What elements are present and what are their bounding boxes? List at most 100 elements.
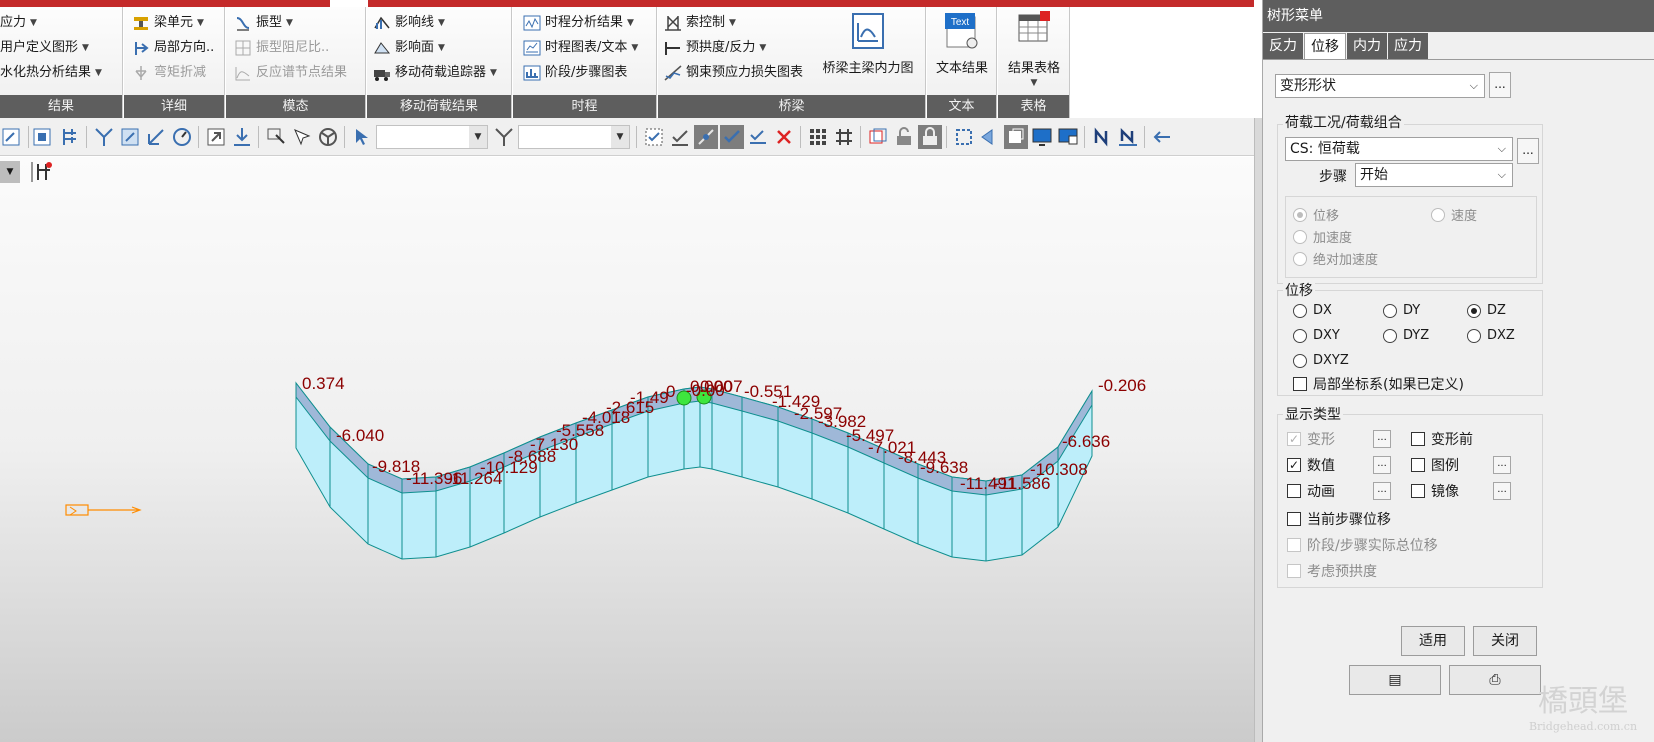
rotate-view-icon[interactable] — [204, 125, 228, 149]
stress-menu[interactable]: 应力 ▼ — [0, 11, 37, 35]
camber-reaction-button[interactable]: 预拱度/反力 ▼ — [664, 36, 766, 60]
response-spectrum-node-results-button[interactable]: 反应谱节点结果 — [234, 61, 347, 85]
mode-shape-button[interactable]: 振型 ▼ — [234, 11, 293, 35]
mode-options-button[interactable]: ... — [1489, 72, 1511, 98]
tab-stress[interactable]: 应力 — [1388, 33, 1428, 59]
polygon-select-icon[interactable] — [144, 125, 168, 149]
axis-toggle-icon[interactable] — [694, 125, 718, 149]
step-select[interactable]: 开始 ⌵ — [1355, 163, 1513, 187]
tab-internal-force[interactable]: 内力 — [1347, 33, 1387, 59]
current-step-displacement-checkbox[interactable]: 当前步骤位移 — [1287, 509, 1391, 529]
tree-select-icon[interactable] — [58, 125, 82, 149]
moving-load-tracer-button[interactable]: 移动荷载追踪器 ▼ — [373, 61, 497, 85]
hydration-heat-results-menu[interactable]: 水化热分析结果 ▼ — [0, 61, 102, 85]
line-grid-icon[interactable] — [832, 125, 856, 149]
fan-select-icon[interactable] — [316, 125, 340, 149]
zoom-icon[interactable] — [0, 125, 24, 149]
perspective-icon[interactable] — [978, 125, 1002, 149]
splitter[interactable] — [1254, 118, 1262, 742]
hidden-line-icon[interactable] — [1004, 125, 1028, 149]
stress-menu-label: 应力 — [0, 15, 27, 30]
check-element-icon[interactable] — [720, 125, 744, 149]
camber-checkbox[interactable]: 考虑预拱度 — [1287, 561, 1377, 581]
dot-grid-icon[interactable] — [806, 125, 830, 149]
result-mode-select[interactable]: 变形形状 ⌵ — [1275, 74, 1485, 98]
node-select-icon[interactable] — [30, 125, 54, 149]
legend-options-button[interactable]: ... — [1493, 456, 1511, 474]
user-defined-graph-menu[interactable]: 用户定义图形 ▼ — [0, 36, 89, 60]
moment-reduction-button[interactable]: 弯矩折减 — [132, 61, 206, 85]
tab-reaction[interactable]: 反力 — [1263, 33, 1303, 59]
stage-total-displacement-checkbox[interactable]: 阶段/步骤实际总位移 — [1287, 535, 1438, 555]
influence-surface-button[interactable]: 影响面 ▼ — [373, 36, 445, 60]
tendon-loss-chart-button[interactable]: 钢束预应力损失图表 — [664, 61, 803, 85]
legend-checkbox[interactable]: 图例 — [1411, 455, 1459, 475]
time-history-results-button[interactable]: 时程分析结果 ▼ — [523, 11, 634, 35]
loadcase-options-button[interactable]: ... — [1517, 138, 1539, 164]
cable-control-button[interactable]: 索控制 ▼ — [664, 11, 736, 35]
checkbox-box-icon — [1287, 512, 1301, 526]
node-number-icon[interactable] — [1090, 125, 1114, 149]
girder-force-diagram-button[interactable]: 桥梁主梁内力图 — [816, 11, 920, 76]
deform-options-button[interactable]: ... — [1373, 430, 1391, 448]
selection-filter-select[interactable]: ▼ — [376, 125, 488, 149]
radio-velocity-label: 速度 — [1451, 209, 1478, 224]
arrow-left-icon[interactable] — [1150, 125, 1174, 149]
unlock-icon[interactable] — [892, 125, 916, 149]
before-deform-checkbox[interactable]: 变形前 — [1411, 429, 1473, 449]
radio-dxy[interactable]: DXY — [1293, 328, 1340, 343]
values-checkbox[interactable]: ✓ 数值 — [1287, 455, 1335, 475]
element-number-icon[interactable] — [1116, 125, 1140, 149]
notes-button[interactable]: ▤ — [1349, 665, 1441, 695]
mirror-options-button[interactable]: ... — [1493, 482, 1511, 500]
check-node-icon[interactable] — [668, 125, 692, 149]
apply-button[interactable]: 适用 — [1401, 626, 1465, 656]
stage-step-chart-button[interactable]: 阶段/步骤图表 — [523, 61, 627, 85]
beam-element-button[interactable]: 梁单元 ▼ — [132, 11, 204, 35]
monitor-icon[interactable] — [1030, 125, 1054, 149]
pointer-filter-icon[interactable] — [290, 125, 314, 149]
circle-select-icon[interactable] — [170, 125, 194, 149]
mirror-checkbox[interactable]: 镜像 — [1411, 481, 1459, 501]
support-check-icon[interactable] — [746, 125, 770, 149]
window-select-icon[interactable] — [118, 125, 142, 149]
radio-dx[interactable]: DX — [1293, 303, 1332, 318]
loadcase-select[interactable]: CS: 恒荷载 ⌵ — [1285, 137, 1513, 161]
mode-damping-ratio-button[interactable]: 振型阻尼比.. — [234, 36, 329, 60]
element-select-icon[interactable] — [92, 125, 116, 149]
radio-dxz[interactable]: DXZ — [1467, 328, 1515, 343]
text-results-button[interactable]: Text 文本结果 — [927, 11, 997, 76]
delete-icon[interactable] — [772, 125, 796, 149]
local-coordinate-checkbox[interactable]: 局部坐标系(如果已定义) — [1293, 374, 1464, 394]
close-button[interactable]: 关闭 — [1473, 626, 1537, 656]
element-filter-icon[interactable] — [492, 125, 516, 149]
fit-view-icon[interactable] — [952, 125, 976, 149]
radio-dxyz[interactable]: DXYZ — [1293, 353, 1349, 368]
arrow-select-icon[interactable] — [350, 125, 374, 149]
render-view-icon[interactable] — [1056, 125, 1080, 149]
radio-acceleration[interactable]: 加速度 — [1293, 227, 1352, 246]
radio-dyz[interactable]: DYZ — [1383, 328, 1429, 343]
animation-checkbox[interactable]: 动画 — [1287, 481, 1335, 501]
values-options-button[interactable]: ... — [1373, 456, 1391, 474]
local-direction-button[interactable]: 局部方向.. — [132, 36, 214, 60]
radio-dy[interactable]: DY — [1383, 303, 1420, 318]
radio-displacement[interactable]: 位移 — [1293, 205, 1339, 224]
element-filter-select[interactable]: ▼ — [518, 125, 630, 149]
radio-absolute-acceleration[interactable]: 绝对加速度 — [1293, 249, 1378, 268]
time-history-graph-text-button[interactable]: 时程图表/文本 ▼ — [523, 36, 638, 60]
radio-velocity[interactable]: 速度 — [1431, 205, 1477, 224]
radio-dz[interactable]: DZ — [1467, 303, 1506, 318]
export-icon[interactable] — [230, 125, 254, 149]
girder-force-diagram-icon — [852, 13, 884, 49]
animation-options-button[interactable]: ... — [1373, 482, 1391, 500]
model-view[interactable]: ▼ 0.374 -6.040 -9.818 -11.396 -11.264 -10.129… — [0, 157, 1254, 742]
cursor-select-icon[interactable] — [264, 125, 288, 149]
lock-icon[interactable] — [918, 125, 942, 149]
activate-icon[interactable] — [866, 125, 890, 149]
checklist-icon[interactable] — [642, 125, 666, 149]
deform-checkbox[interactable]: ✓ 变形 — [1287, 429, 1335, 449]
influence-line-button[interactable]: 影响线 ▼ — [373, 11, 445, 35]
tab-displacement[interactable]: 位移 — [1304, 33, 1346, 59]
result-tables-button[interactable]: 结果表格 ▼ — [998, 11, 1070, 88]
